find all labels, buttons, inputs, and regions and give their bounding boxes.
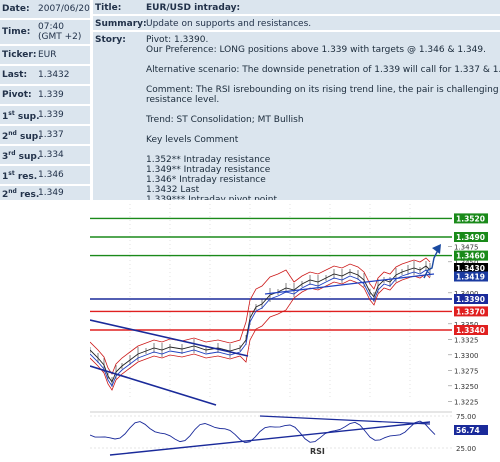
resistance-1-row: 1st res. 1.346 bbox=[0, 166, 90, 184]
last-label: Last: bbox=[2, 70, 28, 80]
key-data-panel: Date: 2007/06/20 Time: 07:40 (GMT +2) Ti… bbox=[0, 0, 90, 200]
y-tick-label: 1.3275 bbox=[454, 367, 479, 375]
date-label: Date: bbox=[2, 4, 30, 14]
time-value: 07:40 bbox=[38, 22, 64, 32]
story-line: Pivot: 1.3390. bbox=[146, 35, 209, 45]
support-1-row: 1st sup. 1.339 bbox=[0, 106, 90, 124]
support-1-value: 1.339 bbox=[38, 110, 64, 120]
story-line bbox=[146, 105, 496, 115]
support-3-value: 1.334 bbox=[38, 150, 64, 160]
level-label: 1.3390 bbox=[456, 295, 485, 304]
y-tick-label: 1.3300 bbox=[454, 352, 479, 360]
summary-row: Summary: Update on supports and resistan… bbox=[93, 16, 500, 30]
level-label: 1.3370 bbox=[456, 307, 485, 316]
support-3-label: 3rd sup. bbox=[2, 150, 41, 162]
rsi-value: 56.74 bbox=[456, 426, 480, 435]
story-line: 1.3432 Last bbox=[146, 185, 200, 195]
level-label: 1.3340 bbox=[456, 326, 485, 335]
pivot-row: Pivot: 1.339 bbox=[0, 86, 90, 104]
summary-value: Update on supports and resistances. bbox=[146, 19, 312, 29]
y-tick-label: 1.3475 bbox=[454, 243, 479, 251]
date-row: Date: 2007/06/20 bbox=[0, 0, 90, 18]
pivot-label: Pivot: bbox=[2, 90, 32, 100]
ticker-value: EUR bbox=[38, 50, 57, 60]
story-line: 1.346* Intraday resistance bbox=[146, 175, 266, 185]
support-2-row: 2nd sup. 1.337 bbox=[0, 126, 90, 144]
y-tick-label: 1.3225 bbox=[454, 398, 479, 406]
time-label: Time: bbox=[2, 27, 31, 37]
timezone-value: (GMT +2) bbox=[38, 32, 82, 42]
pivot-value: 1.339 bbox=[38, 90, 64, 100]
story-line: Key levels Comment bbox=[146, 135, 239, 145]
resistance-1-label: 1st res. bbox=[2, 170, 38, 182]
story-row: Story: Pivot: 1.3390. Our Preference: LON… bbox=[93, 32, 500, 225]
last-value: 1.3432 bbox=[38, 70, 70, 80]
story-line: 1.352** Intraday resistance bbox=[146, 155, 271, 165]
rsi-tick-label: 75.00 bbox=[456, 413, 476, 421]
last-row: Last: 1.3432 bbox=[0, 66, 90, 84]
story-line: resistance level. bbox=[146, 95, 220, 105]
support-2-value: 1.337 bbox=[38, 130, 64, 140]
rsi-label: RSI bbox=[310, 447, 325, 456]
story-line: Our Preference: LONG positions above 1.3… bbox=[146, 45, 486, 55]
level-label: 1.3490 bbox=[456, 233, 485, 242]
summary-label: Summary: bbox=[95, 19, 147, 29]
date-value: 2007/06/20 bbox=[38, 4, 90, 14]
story-label: Story: bbox=[95, 35, 126, 45]
ticker-row: Ticker: EUR bbox=[0, 46, 90, 64]
support-3-row: 3rd sup. 1.334 bbox=[0, 146, 90, 164]
resistance-2-label: 2nd res. bbox=[2, 188, 40, 200]
story-line: Alternative scenario: The downside penet… bbox=[146, 65, 500, 75]
story-line bbox=[146, 145, 496, 155]
title-label: Title: bbox=[95, 3, 122, 13]
resistance-1-value: 1.346 bbox=[38, 170, 64, 180]
y-tick-label: 1.3325 bbox=[454, 336, 479, 344]
story-line bbox=[146, 75, 496, 85]
time-row: Time: 07:40 (GMT +2) bbox=[0, 20, 90, 44]
rsi-tick-label: 25.00 bbox=[456, 445, 476, 453]
title-row: Title: EUR/USD intraday: bbox=[93, 0, 500, 14]
story-line bbox=[146, 55, 496, 65]
ticker-label: Ticker: bbox=[2, 50, 37, 60]
price-chart: 1.3475 1.3450 1.3400 1.3350 1.3325 1.3300 1.32… bbox=[89, 200, 500, 459]
story-line bbox=[146, 125, 496, 135]
y-tick-label: 1.3250 bbox=[454, 383, 479, 391]
support-1-label: 1st sup. bbox=[2, 110, 40, 122]
level-label: 1.3419 bbox=[456, 273, 485, 282]
level-label: 1.3520 bbox=[456, 214, 485, 223]
story-line: Trend: ST Consolidation; MT Bullish bbox=[146, 115, 304, 125]
story-panel: Title: EUR/USD intraday: Summary: Update… bbox=[93, 0, 500, 225]
resistance-2-value: 1.349 bbox=[38, 188, 64, 198]
story-text: Pivot: 1.3390. Our Preference: LONG posit… bbox=[146, 35, 500, 225]
resistance-2-row: 2nd res. 1.349 bbox=[0, 186, 90, 200]
support-2-label: 2nd sup. bbox=[2, 130, 42, 142]
level-label: 1.3460 bbox=[456, 252, 485, 261]
story-line: 1.349** Intraday resistance bbox=[146, 165, 271, 175]
story-line: Comment: The RSI isrebounding on its ris… bbox=[146, 85, 500, 95]
title-value: EUR/USD intraday: bbox=[146, 3, 241, 13]
